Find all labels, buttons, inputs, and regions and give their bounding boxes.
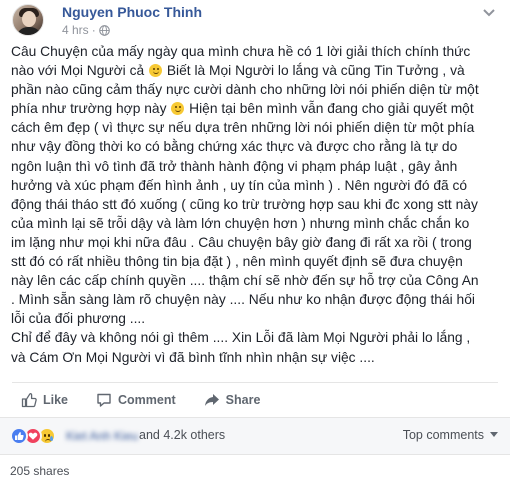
author-name[interactable]: Nguyen Phuoc Thinh xyxy=(62,4,202,20)
share-icon xyxy=(204,394,219,406)
post-line: cách êm đẹp ( vì thực sự nếu dựa trên nh… xyxy=(11,120,475,136)
post-paragraph-2: Chỉ để đây và không nói gì thêm .... Xin… xyxy=(11,328,503,366)
post-line: động thái tháo stt đó xuống ( cũng ko tr… xyxy=(11,196,478,212)
action-bar: Like Comment Share xyxy=(12,388,498,412)
like-reaction-icon xyxy=(10,427,28,445)
post-line: im lặng như mọi khi nữa đâu . Câu chuyện… xyxy=(11,234,472,250)
smile-emoji xyxy=(149,64,162,78)
reaction-count[interactable]: and 4.2k others xyxy=(139,428,225,442)
reaction-icons[interactable] xyxy=(10,427,56,445)
post-line-segment: Biết là Mọi Người lo lắng và cũng Tin Tư… xyxy=(163,63,465,79)
like-button[interactable]: Like xyxy=(21,392,68,408)
meta-separator: · xyxy=(91,23,96,37)
post-line: hưởng và xúc phạm đến hình ảnh , uy tín … xyxy=(11,177,468,193)
post-line: và Cám Ơn Mọi Người vì đã bình tĩnh nhìn… xyxy=(11,349,375,365)
post-body: Câu Chuyện của mấy ngày qua mình chưa hề… xyxy=(11,42,503,367)
avatar[interactable] xyxy=(12,4,44,36)
globe-icon[interactable] xyxy=(98,24,110,36)
post-line: stt đó có rất nhiều thông tin bịa đặt ) … xyxy=(11,254,463,270)
options-icon[interactable] xyxy=(482,8,496,18)
post-line: . Mình sẵn sàng làm rõ chuyện này .... N… xyxy=(11,292,475,308)
caret-down-icon xyxy=(490,432,498,437)
post-line: của mình lại sẽ trỗi dậy và làm lớn chuy… xyxy=(11,215,470,231)
post-line-segment: nào với Mọi Người cả xyxy=(11,63,145,79)
post-line: này lên các cấp chính quyền .... thậm ch… xyxy=(11,273,479,289)
post-line: nào với Mọi Người cả Biết là Mọi Người l… xyxy=(11,61,503,80)
post-line: như vậy đồng thời ko có bằng chứng xác t… xyxy=(11,139,458,155)
post-line-segment: Hiện tại bên mình vẫn đang cho giải quyế… xyxy=(185,101,474,117)
grin-emoji xyxy=(171,102,185,116)
comment-button[interactable]: Comment xyxy=(96,392,176,408)
like-icon xyxy=(21,393,37,408)
post-line: Câu Chuyện của mấy ngày qua mình chưa hề… xyxy=(11,44,471,59)
post-line: phía như trường hợp này Hiện tại bên mìn… xyxy=(11,99,503,118)
share-button[interactable]: Share xyxy=(204,392,261,408)
reaction-names[interactable]: Kiet Anh Kieu xyxy=(66,429,138,443)
post-time[interactable]: 4 hrs xyxy=(62,23,89,37)
post-line: phần nào cũng cảm thấy nực cười dành cho… xyxy=(11,82,479,98)
post-line-segment: phía như trường hợp này xyxy=(11,101,167,117)
post-line: Chỉ để đây và không nói gì thêm .... Xin… xyxy=(11,330,471,346)
actions-divider xyxy=(12,382,498,383)
avatar-body xyxy=(16,27,42,35)
facebook-post: Nguyen Phuoc Thinh 4 hrs · Câu Chuyện củ… xyxy=(0,0,510,489)
post-paragraph-1: Câu Chuyện của mấy ngày qua mình chưa hề… xyxy=(11,42,503,328)
post-line: lỗi của đối phương .... xyxy=(11,311,146,327)
comment-label: Comment xyxy=(118,393,176,407)
comment-sort-label: Top comments xyxy=(402,428,484,442)
post-header: Nguyen Phuoc Thinh 4 hrs · xyxy=(12,4,502,37)
reactions-bar: Kiet Anh Kieu and 4.2k others Top commen… xyxy=(0,417,510,455)
avatar-face xyxy=(22,11,36,27)
share-label: Share xyxy=(225,393,261,407)
post-line: ngôn luận thì vô tình đã trở thành hành … xyxy=(11,158,458,174)
comment-icon xyxy=(97,393,111,407)
post-meta: 4 hrs · xyxy=(62,23,110,37)
like-label: Like xyxy=(43,393,69,407)
comment-sort-dropdown[interactable]: Top comments xyxy=(403,428,498,442)
shares-count[interactable]: 205 shares xyxy=(10,464,69,478)
